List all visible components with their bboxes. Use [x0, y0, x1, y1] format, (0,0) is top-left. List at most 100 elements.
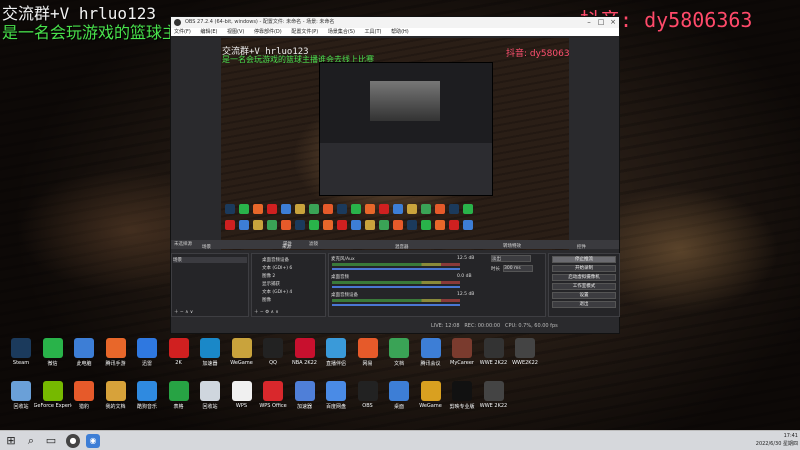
mixer-channel-name: 桌面音频: [331, 275, 349, 280]
app-icon: [389, 381, 409, 401]
preview-mini-icon: [281, 220, 291, 230]
app-icon: [326, 381, 346, 401]
app-icon: [105, 338, 126, 358]
source-item[interactable]: 图像: [262, 297, 271, 303]
obs-preview[interactable]: 交流群+V hrluo123 是一名会玩游戏的篮球主播谁会去线上比赛 抖音: d…: [221, 38, 569, 250]
windows-start-icon[interactable]: ⊞: [4, 434, 18, 448]
app-icon: [294, 338, 315, 358]
obs-menu-bar: 文件(F) 编辑(E) 视图(V) 停靠部件(D) 配置文件(P) 场景集合(S…: [171, 28, 619, 36]
menu-scene-collection[interactable]: 场景集合(S): [328, 29, 355, 35]
nested-preview-image: [370, 81, 440, 121]
menu-tools[interactable]: 工具(T): [365, 29, 382, 35]
start-recording-button[interactable]: 开始录制: [552, 265, 616, 272]
preview-mini-icon: [463, 220, 473, 230]
source-item[interactable]: 文本 (GDI+) 6: [262, 265, 292, 271]
cpu-fps: CPU: 0.7%, 60.00 fps: [504, 323, 558, 329]
volume-meter: [332, 281, 460, 284]
app-taskbar-icon[interactable]: ◉: [86, 434, 100, 448]
volume-slider[interactable]: [332, 268, 460, 270]
preview-mini-icon: [393, 204, 403, 214]
system-tray-clock[interactable]: 17:41 2022/6/30 星期四: [756, 432, 798, 448]
preview-mini-icon: [323, 220, 333, 230]
preview-mini-icon: [323, 204, 333, 214]
preview-mini-icon: [267, 220, 277, 230]
preview-mini-icon: [253, 220, 263, 230]
preview-mini-icon: [309, 204, 319, 214]
no-source-selected-label: 未选择源: [174, 242, 192, 247]
filters-button[interactable]: 滤镜: [309, 241, 318, 247]
app-icon: [137, 338, 157, 358]
transitions-dock-title: 转场特效: [503, 244, 521, 249]
preview-mini-icon: [351, 220, 361, 230]
settings-button[interactable]: 设置: [552, 292, 616, 299]
scene-item[interactable]: 场景: [173, 257, 247, 263]
transition-select[interactable]: 淡出: [491, 255, 531, 262]
task-view-icon[interactable]: ▭: [44, 434, 58, 448]
app-icon: [11, 381, 31, 401]
preview-desktop-icons: [225, 204, 525, 244]
source-item[interactable]: 显示捕获: [262, 281, 280, 287]
minimize-icon[interactable]: –: [583, 17, 595, 28]
app-icon: [357, 381, 378, 401]
mixer-channel-name: 桌面音频设备: [331, 293, 358, 298]
source-item[interactable]: 桌面音频设备: [262, 257, 289, 263]
obs-window-title: OBS 27.2.4 (64-bit, windows) - 配置文件: 未命名…: [185, 19, 335, 25]
preview-mini-icon: [309, 220, 319, 230]
menu-view[interactable]: 视图(V): [227, 29, 244, 35]
desktop-shortcut[interactable]: WWE2K22: [506, 338, 544, 366]
sources-toolbar[interactable]: ＋ − ⚙ ∧ ∨: [254, 309, 279, 315]
app-icon: [42, 381, 63, 401]
mixer-channel-db: 12.5 dB: [457, 256, 475, 261]
desktop-shortcut[interactable]: WWE 2K22: [475, 381, 513, 409]
preview-mini-icon: [351, 204, 361, 214]
app-icon: [263, 381, 283, 401]
exit-button[interactable]: 退出: [552, 301, 616, 308]
controls-dock: 控件 停止推流 开始录制 启动虚拟摄像机 工作室模式 设置 退出: [548, 245, 620, 317]
source-item[interactable]: 文本 (GDI+) 4: [262, 289, 292, 295]
stop-streaming-button[interactable]: 停止推流: [552, 256, 616, 263]
app-icon: [137, 381, 157, 401]
preview-mini-icon: [239, 220, 249, 230]
obs-status-bar: LIVE: 12:08 REC: 00:00:00 CPU: 0.7%, 60.…: [171, 319, 619, 333]
obs-taskbar-icon[interactable]: ●: [66, 434, 80, 448]
virtual-camera-button[interactable]: 启动虚拟摄像机: [552, 274, 616, 281]
app-icon: [74, 381, 94, 401]
sources-dock: 来源 桌面音频设备 文本 (GDI+) 6 图像 2 显示捕获 文本 (GDI+…: [251, 245, 326, 317]
preview-mini-icon: [435, 204, 445, 214]
nested-obs-preview: [319, 62, 493, 196]
preview-mini-icon: [253, 204, 263, 214]
obs-window: OBS 27.2.4 (64-bit, windows) - 配置文件: 未命名…: [170, 16, 620, 334]
menu-docks[interactable]: 停靠部件(D): [254, 29, 282, 35]
menu-help[interactable]: 帮助(H): [391, 29, 409, 35]
shortcut-label: WWE 2K22: [479, 403, 508, 409]
preview-mini-icon: [393, 220, 403, 230]
search-icon[interactable]: ⌕: [24, 434, 38, 448]
preview-mini-icon: [225, 204, 235, 214]
volume-slider[interactable]: [332, 304, 460, 306]
source-item[interactable]: 图像 2: [262, 273, 275, 279]
maximize-icon[interactable]: □: [595, 17, 607, 28]
preview-mini-icon: [449, 204, 459, 214]
menu-file[interactable]: 文件(F): [174, 29, 191, 35]
app-icon: [74, 338, 94, 358]
duration-input[interactable]: 300 ms: [503, 265, 533, 272]
menu-edit[interactable]: 编辑(E): [200, 29, 217, 35]
app-icon: [200, 338, 220, 358]
menu-profile[interactable]: 配置文件(P): [291, 29, 318, 35]
taskbar: ⊞ ⌕ ▭ ● ◉ 17:41 2022/6/30 星期四: [0, 430, 800, 450]
close-icon[interactable]: ×: [607, 17, 619, 28]
app-icon: [263, 338, 283, 358]
preview-overlay-douyin: 抖音: dy5806363: [506, 49, 569, 59]
controls-dock-title: 控件: [577, 245, 586, 250]
app-icon: [200, 381, 220, 401]
scenes-toolbar[interactable]: ＋ − ∧ ∨: [174, 309, 193, 315]
live-timer: LIVE: 12:08: [431, 323, 460, 329]
preview-mini-icon: [281, 204, 291, 214]
duration-label: 时长: [491, 267, 500, 272]
clock-time: 17:41: [783, 433, 798, 439]
obs-title-bar[interactable]: OBS 27.2.4 (64-bit, windows) - 配置文件: 未命名…: [171, 17, 619, 28]
app-icon: [452, 381, 472, 401]
volume-slider[interactable]: [332, 286, 460, 288]
preview-mini-icon: [421, 204, 431, 214]
studio-mode-button[interactable]: 工作室模式: [552, 283, 616, 290]
